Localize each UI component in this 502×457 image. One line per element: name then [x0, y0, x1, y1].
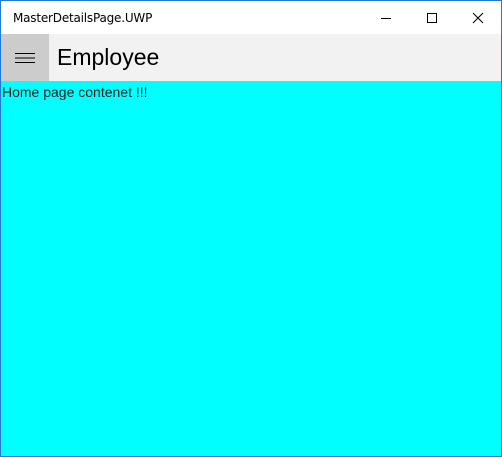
home-content-text: Home page contenet !!!	[2, 84, 148, 100]
window-title: MasterDetailsPage.UWP	[13, 10, 153, 25]
close-button[interactable]	[455, 1, 501, 34]
title-bar[interactable]: MasterDetailsPage.UWP	[1, 1, 501, 34]
hamburger-menu-icon	[15, 52, 35, 63]
home-content-area: Home page contenet !!!	[1, 81, 501, 456]
app-window: MasterDetailsPage.UWP Employee Home page…	[0, 0, 502, 457]
close-icon	[472, 12, 484, 23]
minimize-button[interactable]	[363, 1, 409, 34]
menu-button[interactable]	[1, 34, 49, 81]
page-title: Employee	[57, 44, 160, 70]
window-controls	[363, 1, 501, 34]
maximize-icon	[427, 12, 437, 23]
app-header: Employee	[1, 34, 501, 81]
minimize-icon	[381, 17, 391, 19]
maximize-button[interactable]	[409, 1, 455, 34]
